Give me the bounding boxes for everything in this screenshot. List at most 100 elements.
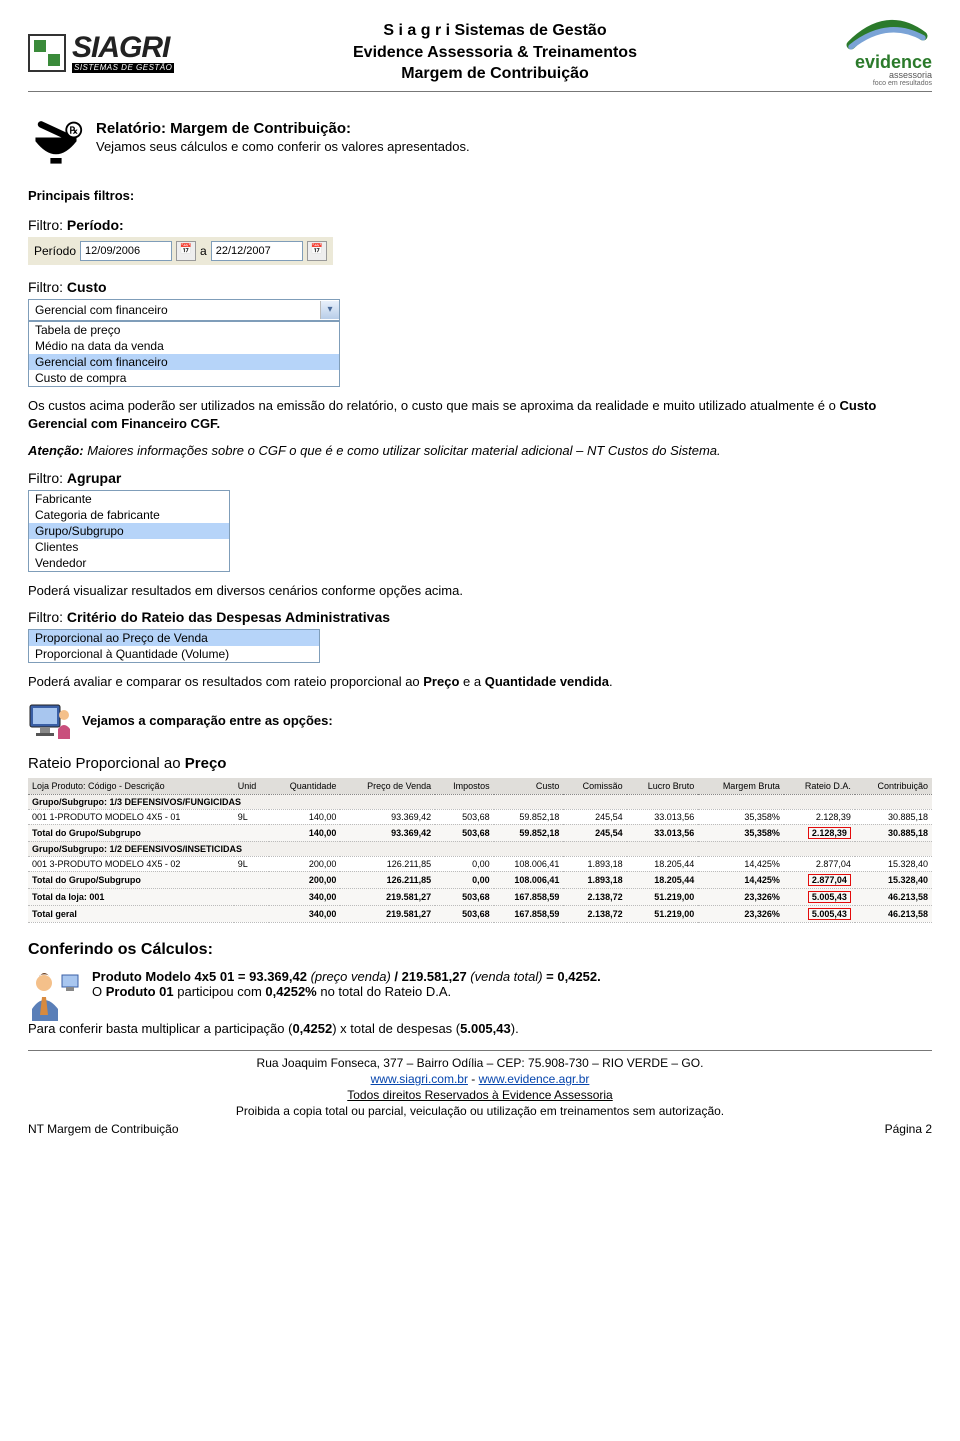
agrupar-option[interactable]: Categoria de fabricante xyxy=(29,507,229,523)
filters-heading: Principais filtros: xyxy=(28,188,932,203)
filter-agrupar-prefix: Filtro: xyxy=(28,470,67,486)
table-cell: 126.211,85 xyxy=(340,871,435,888)
group-label: Grupo/Subgrupo: 1/2 DEFENSIVOS/INSETICID… xyxy=(28,841,932,856)
col-header: Loja Produto: Código - Descrição xyxy=(28,778,234,795)
custo-combo[interactable]: Gerencial com financeiro ▾ xyxy=(28,299,340,321)
footer-link-evidence[interactable]: www.evidence.agr.br xyxy=(479,1072,590,1086)
calc-line3-b: 0,4252 xyxy=(292,1021,332,1036)
agrupar-option[interactable]: Grupo/Subgrupo xyxy=(29,523,229,539)
page-footer: Rua Joaquim Fonseca, 377 – Bairro Odília… xyxy=(28,1050,932,1120)
group-label: Grupo/Subgrupo: 1/3 DEFENSIVOS/FUNGICIDA… xyxy=(28,794,932,809)
calc-line1-i2: (venda total) xyxy=(467,969,543,984)
custo-option[interactable]: Tabela de preço xyxy=(29,322,339,338)
table-cell: 35,358% xyxy=(698,809,784,824)
custo-listbox[interactable]: Tabela de preço Médio na data da venda G… xyxy=(28,321,340,387)
table-cell: 503,68 xyxy=(435,809,494,824)
siagri-tagline: SISTEMAS DE GESTÃO xyxy=(72,63,174,73)
table-cell: 200,00 xyxy=(269,856,341,871)
calendar-from-button[interactable]: 📅 xyxy=(176,241,196,261)
agrupar-option[interactable]: Clientes xyxy=(29,539,229,555)
advisor-clipart-icon xyxy=(28,969,80,1021)
rateio-highlight: 2.128,39 xyxy=(808,827,851,839)
rateio-highlight: 2.877,04 xyxy=(808,874,851,886)
table-cell: 35,358% xyxy=(698,824,784,841)
calc-heading: Conferindo os Cálculos: xyxy=(28,941,932,959)
custo-option[interactable]: Gerencial com financeiro xyxy=(29,354,339,370)
table-cell: 33.013,56 xyxy=(627,824,699,841)
filter-periodo-label: Período: xyxy=(67,217,124,233)
table-cell: 167.858,59 xyxy=(494,905,564,922)
calc-line1-c: = 0,4252. xyxy=(543,969,601,984)
table-cell: 001 1-PRODUTO MODELO 4X5 - 01 xyxy=(28,809,234,824)
evidence-logo: evidence assessoria foco em resultados xyxy=(782,18,932,87)
total-label: Total geral xyxy=(28,905,269,922)
table-cell: 140,00 xyxy=(269,824,341,841)
total-label: Total da loja: 001 xyxy=(28,888,269,905)
footer-url-sep: - xyxy=(468,1072,479,1086)
table-cell: 0,00 xyxy=(435,856,494,871)
periodo-widget: Período 📅 a 📅 xyxy=(28,237,333,265)
footer-link-siagri[interactable]: www.siagri.com.br xyxy=(371,1072,468,1086)
criterio-listbox[interactable]: Proporcional ao Preço de Venda Proporcio… xyxy=(28,629,320,663)
calc-line2-b: Produto 01 xyxy=(106,984,174,999)
agrupar-option[interactable]: Fabricante xyxy=(29,491,229,507)
filter-custo-prefix: Filtro: xyxy=(28,279,67,295)
filter-agrupar-label: Agrupar xyxy=(67,470,121,486)
monitor-clipart-icon xyxy=(28,701,72,741)
chevron-down-icon[interactable]: ▾ xyxy=(320,301,339,319)
filter-criterio-prefix: Filtro: xyxy=(28,609,67,625)
filter-periodo-prefix: Filtro: xyxy=(28,217,67,233)
table-group-row: Grupo/Subgrupo: 1/2 DEFENSIVOS/INSETICID… xyxy=(28,841,932,856)
table-cell: 15.328,40 xyxy=(855,856,932,871)
custo-option[interactable]: Médio na data da venda xyxy=(29,338,339,354)
compare-callout: Vejamos a comparação entre as opções: xyxy=(82,713,333,728)
table-cell: 0,00 xyxy=(435,871,494,888)
table-subtotal-row: Total do Grupo/Subgrupo200,00126.211,850… xyxy=(28,871,932,888)
table-cell: 93.369,42 xyxy=(340,809,435,824)
col-header: Lucro Bruto xyxy=(627,778,699,795)
agrupar-option[interactable]: Vendedor xyxy=(29,555,229,571)
table-cell: 2.128,39 xyxy=(784,824,855,841)
table-total_loja-row: Total da loja: 001340,00219.581,27503,68… xyxy=(28,888,932,905)
table-cell: 503,68 xyxy=(435,905,494,922)
agrupar-listbox[interactable]: Fabricante Categoria de fabricante Grupo… xyxy=(28,490,230,572)
atencao-text: Maiores informações sobre o CGF o que é … xyxy=(84,443,721,458)
calc-line1-a: Produto Modelo 4x5 01 = 93.369,42 xyxy=(92,969,307,984)
criterio-option[interactable]: Proporcional ao Preço de Venda xyxy=(29,630,319,646)
table-cell: 23,326% xyxy=(698,888,784,905)
table-cell: 14,425% xyxy=(698,856,784,871)
table-cell: 2.877,04 xyxy=(784,871,855,888)
table-cell: 2.138,72 xyxy=(563,888,626,905)
table-cell: 23,326% xyxy=(698,905,784,922)
atencao-label: Atenção: xyxy=(28,443,84,458)
table-cell: 59.852,18 xyxy=(494,824,564,841)
subtotal-label: Total do Grupo/Subgrupo xyxy=(28,824,269,841)
criterio-option[interactable]: Proporcional à Quantidade (Volume) xyxy=(29,646,319,662)
table-cell: 2.877,04 xyxy=(784,856,855,871)
table-cell: 108.006,41 xyxy=(494,871,564,888)
table-cell: 108.006,41 xyxy=(494,856,564,871)
custo-option[interactable]: Custo de compra xyxy=(29,370,339,386)
calendar-to-button[interactable]: 📅 xyxy=(307,241,327,261)
table-cell: 2.138,72 xyxy=(563,905,626,922)
table-cell: 9L xyxy=(234,809,269,824)
table-cell: 126.211,85 xyxy=(340,856,435,871)
siagri-logo-icon xyxy=(28,34,66,72)
custo-combo-value: Gerencial com financeiro xyxy=(29,303,320,317)
table-cell: 503,68 xyxy=(435,888,494,905)
table-row: 001 3-PRODUTO MODELO 4X5 - 029L200,00126… xyxy=(28,856,932,871)
calc-line2-a: O xyxy=(92,984,106,999)
table-cell: 1.893,18 xyxy=(563,871,626,888)
rateio-preco-title-2: Preço xyxy=(185,755,227,772)
col-header: Margem Bruta xyxy=(698,778,784,795)
calc-line3-d: 5.005,43 xyxy=(460,1021,511,1036)
criterio-strong-2: Quantidade vendida xyxy=(485,674,609,689)
calc-line3-a: Para conferir basta multiplicar a partic… xyxy=(28,1021,292,1036)
calc-line2-e: no total do Rateio D.A. xyxy=(317,984,451,999)
table-row: 001 1-PRODUTO MODELO 4X5 - 019L140,0093.… xyxy=(28,809,932,824)
periodo-to-input[interactable] xyxy=(211,241,303,261)
periodo-from-input[interactable] xyxy=(80,241,172,261)
table-cell: 18.205,44 xyxy=(627,871,699,888)
table-cell: 140,00 xyxy=(269,809,341,824)
table-cell: 245,54 xyxy=(563,824,626,841)
